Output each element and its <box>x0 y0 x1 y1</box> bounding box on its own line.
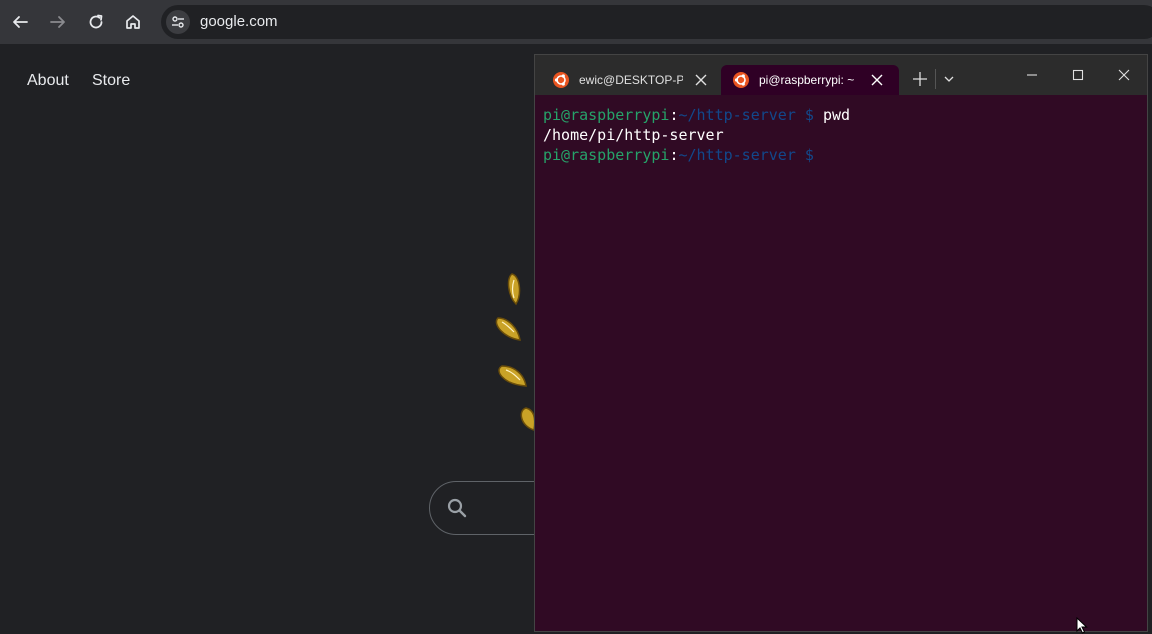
command-output: /home/pi/http-server <box>543 126 724 144</box>
prompt-dollar: $ <box>795 106 823 124</box>
maximize-button[interactable] <box>1068 65 1088 85</box>
arrow-left-icon <box>13 16 28 28</box>
ubuntu-icon <box>553 72 569 88</box>
google-doodle[interactable] <box>490 262 540 432</box>
terminal-line: /home/pi/http-server <box>543 125 1139 145</box>
close-icon[interactable] <box>871 74 883 86</box>
store-link[interactable]: Store <box>92 72 130 90</box>
address-bar[interactable]: google.com <box>161 5 1152 39</box>
chevron-down-icon[interactable] <box>943 74 955 84</box>
tab-divider <box>935 69 936 89</box>
minimize-button[interactable] <box>1022 65 1042 85</box>
home-button[interactable] <box>117 6 149 38</box>
terminal-window[interactable]: ewic@DESKTOP-PI pi@raspberrypi: ~ pi@ras… <box>534 54 1148 632</box>
terminal-output[interactable]: pi@raspberrypi:~/http-server $ pwd /home… <box>535 95 1147 631</box>
tab-desktop[interactable]: ewic@DESKTOP-PI <box>541 65 713 95</box>
url-text[interactable]: google.com <box>200 13 278 31</box>
tab-label: pi@raspberrypi: ~ <box>759 73 855 87</box>
prompt-user: pi@raspberrypi <box>543 146 670 164</box>
home-icon <box>126 15 140 29</box>
mouse-cursor-icon <box>1076 617 1088 634</box>
plus-icon[interactable] <box>913 72 927 86</box>
close-icon <box>1118 69 1130 81</box>
site-info-button[interactable] <box>166 10 190 34</box>
prompt-path: ~/http-server <box>678 146 796 164</box>
search-icon <box>447 498 467 518</box>
close-icon[interactable] <box>695 74 707 86</box>
tab-raspberrypi[interactable]: pi@raspberrypi: ~ <box>721 65 899 95</box>
reload-button[interactable] <box>80 6 112 38</box>
command-text: pwd <box>822 106 851 124</box>
terminal-line: pi@raspberrypi:~/http-server $ pwd <box>543 105 1139 125</box>
ubuntu-icon <box>733 72 749 88</box>
maximize-icon <box>1072 69 1084 81</box>
prompt-path: ~/http-server <box>678 106 796 124</box>
terminal-tabbar: ewic@DESKTOP-PI pi@raspberrypi: ~ <box>535 55 1147 95</box>
back-button[interactable] <box>4 6 36 38</box>
prompt-dollar: $ <box>795 146 823 164</box>
minimize-icon <box>1027 74 1037 76</box>
terminal-line: pi@raspberrypi:~/http-server $ <box>543 145 1139 165</box>
arrow-right-icon <box>50 16 65 28</box>
tune-icon <box>172 16 184 28</box>
close-window-button[interactable] <box>1114 65 1134 85</box>
prompt-user: pi@raspberrypi <box>543 106 670 124</box>
browser-toolbar: google.com <box>0 0 1152 44</box>
forward-button[interactable] <box>42 6 74 38</box>
reload-icon <box>89 14 103 29</box>
tab-label: ewic@DESKTOP-PI <box>579 73 683 87</box>
about-link[interactable]: About <box>27 72 69 90</box>
